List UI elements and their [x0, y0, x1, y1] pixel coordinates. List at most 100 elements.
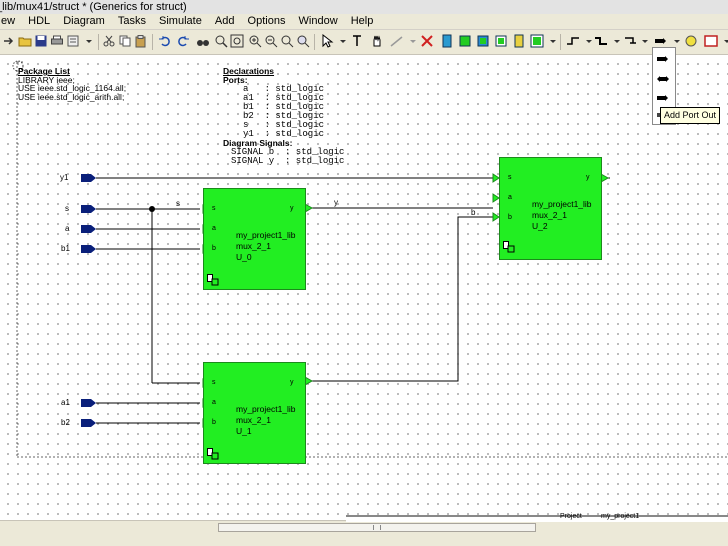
zoom-box-icon[interactable]	[230, 34, 244, 48]
scrollbar-thumb[interactable]	[218, 523, 536, 532]
pin-y: y	[290, 379, 294, 386]
pin-b: b	[212, 419, 216, 426]
dropdown-arrow-icon[interactable]	[406, 34, 420, 48]
add-bus-icon[interactable]	[594, 34, 608, 48]
add-port-icon[interactable]	[654, 34, 668, 48]
pin-b: b	[508, 214, 512, 221]
text-tool-icon[interactable]	[350, 34, 364, 48]
menu-options[interactable]: Options	[243, 14, 291, 29]
hand-pan-icon[interactable]	[370, 34, 384, 48]
properties-icon[interactable]	[66, 34, 80, 48]
pin-y: y	[290, 205, 294, 212]
wire-label-b: b	[471, 208, 476, 217]
wire-b[interactable]	[312, 216, 493, 382]
menu-tasks[interactable]: Tasks	[113, 14, 151, 29]
port-s-shape[interactable]	[81, 205, 96, 213]
toolbar	[0, 30, 728, 55]
hierarchy-icon[interactable]	[503, 241, 515, 253]
cut-icon[interactable]	[102, 34, 116, 48]
block-u0[interactable]: s a b y my_project1_lib mux_2_1 U_0	[203, 188, 306, 290]
menu-help[interactable]: Help	[346, 14, 379, 29]
port-label-y1: y1	[60, 173, 69, 182]
menu-hdl[interactable]: HDL	[23, 14, 55, 29]
menu-diagram[interactable]: Diagram	[58, 14, 110, 29]
zoom-out-icon[interactable]	[264, 34, 278, 48]
add-wire-icon[interactable]	[566, 34, 580, 48]
zoom-all-icon[interactable]	[296, 34, 310, 48]
panel-icon[interactable]	[530, 34, 544, 48]
hierarchy-icon[interactable]	[207, 448, 219, 460]
port-a1-shape[interactable]	[81, 399, 96, 407]
zoom-previous-icon[interactable]	[280, 34, 294, 48]
zoom-in-icon[interactable]	[248, 34, 262, 48]
port-b2-shape[interactable]	[81, 419, 96, 427]
menu-window[interactable]: Window	[294, 14, 343, 29]
pin-s: s	[212, 205, 216, 212]
declarations[interactable]: Declarations Ports: a : std_logic a1 : s…	[223, 67, 344, 166]
package-list[interactable]: Package List LIBRARY ieee; USE ieee.std_…	[18, 67, 126, 101]
save-icon[interactable]	[34, 34, 48, 48]
block-u2[interactable]: s a b y my_project1_lib mux_2_1 U_2	[499, 157, 602, 260]
component-icon[interactable]	[458, 34, 472, 48]
wire-label-y: y	[334, 198, 338, 207]
select-pointer-icon[interactable]	[320, 34, 334, 48]
nav-arrow-icon[interactable]	[2, 34, 16, 48]
port-b1-shape[interactable]	[81, 245, 96, 253]
menu-simulate[interactable]: Simulate	[154, 14, 207, 29]
tooltip: Add Port Out	[660, 107, 721, 124]
redo-icon[interactable]	[176, 34, 190, 48]
dropdown-arrow-icon[interactable]	[82, 34, 96, 48]
open-folder-icon[interactable]	[18, 34, 32, 48]
block-cell: mux_2_1	[236, 415, 271, 425]
menu-view[interactable]: ew	[0, 14, 20, 29]
delete-icon[interactable]	[420, 34, 434, 48]
find-icon[interactable]	[196, 34, 210, 48]
wire-tool-icon[interactable]	[390, 34, 404, 48]
add-circle-icon[interactable]	[684, 34, 698, 48]
undo-icon[interactable]	[158, 34, 172, 48]
port-label-s: s	[65, 204, 69, 213]
status-bar	[0, 534, 728, 546]
library-icon[interactable]	[440, 34, 454, 48]
block-icon[interactable]	[476, 34, 490, 48]
pin-arrow	[600, 173, 610, 183]
diagram-canvas[interactable]: Package List LIBRARY ieee; USE ieee.std_…	[0, 55, 728, 520]
window-title: _lib/mux41/struct * (Generics for struct…	[0, 1, 187, 13]
block-cell: mux_2_1	[236, 241, 271, 251]
port-buffer-option[interactable]	[657, 93, 669, 105]
dropdown-arrow-icon[interactable]	[336, 34, 350, 48]
dropdown-arrow-icon[interactable]	[670, 34, 684, 48]
block-u1[interactable]: s a b y my_project1_lib mux_2_1 U_1	[203, 362, 306, 464]
embedded-block-icon[interactable]	[494, 34, 508, 48]
dropdown-arrow-icon[interactable]	[546, 34, 560, 48]
junction-dot	[149, 206, 155, 212]
copy-icon[interactable]	[118, 34, 132, 48]
dropdown-arrow-icon[interactable]	[638, 34, 652, 48]
diagram-svg	[12, 60, 728, 458]
horizontal-scrollbar[interactable]: Project my_project1	[0, 513, 728, 534]
port-in-icon	[657, 56, 668, 62]
module-icon[interactable]	[512, 34, 526, 48]
block-library: my_project1_lib	[532, 199, 592, 209]
port-inout-icon	[657, 76, 669, 82]
block-instance: U_1	[236, 426, 252, 436]
hierarchy-icon[interactable]	[207, 274, 219, 286]
block-library: my_project1_lib	[236, 404, 296, 414]
grip-icon	[373, 525, 381, 530]
toolbar-separator	[560, 34, 561, 50]
menu-add[interactable]: Add	[210, 14, 240, 29]
block-instance: U_0	[236, 252, 252, 262]
paste-icon[interactable]	[134, 34, 148, 48]
dropdown-arrow-icon[interactable]	[610, 34, 624, 48]
port-a-shape[interactable]	[81, 225, 96, 233]
port-label-b2: b2	[61, 418, 70, 427]
port-inout-option[interactable]	[657, 74, 669, 86]
zoom-fit-icon[interactable]	[214, 34, 228, 48]
print-icon[interactable]	[50, 34, 64, 48]
add-bundle-icon[interactable]	[624, 34, 638, 48]
add-frame-icon[interactable]	[704, 34, 718, 48]
signal-declaration: SIGNAL y : std_logic	[231, 156, 345, 166]
dropdown-arrow-icon[interactable]	[720, 34, 728, 48]
port-in-option[interactable]	[657, 54, 669, 66]
port-y1-shape[interactable]	[81, 174, 96, 182]
